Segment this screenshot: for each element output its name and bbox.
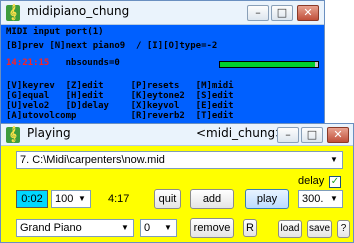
- chevron-down-icon[interactable]: ▼: [162, 220, 174, 236]
- current-time: 0:02: [16, 190, 48, 208]
- console-nav-line: [B]prev [N]next piano9 / [I][O]type=-2: [6, 41, 218, 51]
- chevron-down-icon[interactable]: ▼: [119, 220, 131, 236]
- file-name: 7. C:\Midi\carpenters\now.mid: [20, 154, 165, 166]
- chevron-down-icon[interactable]: ▼: [328, 152, 340, 168]
- delay-label: delay: [298, 175, 325, 187]
- duration-text: 4:17: [108, 193, 130, 205]
- add-button[interactable]: add: [190, 189, 234, 209]
- app-icon: 𝄞: [6, 127, 20, 143]
- progress-bar: [219, 61, 319, 68]
- chevron-down-icon[interactable]: ▼: [328, 191, 340, 207]
- tempo-value: 300.: [302, 193, 324, 205]
- volume-value: 100: [55, 193, 74, 205]
- nbsounds-text: nbsounds=0: [65, 58, 120, 68]
- app-icon: 𝄞: [6, 5, 20, 21]
- instrument-select[interactable]: Grand Piano ▼: [16, 219, 134, 237]
- minimize-button[interactable]: –: [277, 127, 299, 143]
- r-button[interactable]: R: [243, 219, 257, 237]
- play-button[interactable]: play: [245, 189, 289, 209]
- window-subtitle: <midi_chung>: [196, 126, 286, 140]
- title-bar[interactable]: 𝄞 midipiano_chung – □ ✕: [1, 1, 324, 25]
- program-select[interactable]: 0 ▼: [140, 219, 177, 237]
- volume-select[interactable]: 100 ▼: [51, 190, 91, 208]
- program-value: 0: [144, 222, 151, 234]
- file-select[interactable]: 7. C:\Midi\carpenters\now.mid ▼: [16, 151, 343, 169]
- console-port-line: MIDI input port(1): [6, 27, 104, 37]
- progress-fill: [220, 62, 316, 67]
- remove-button[interactable]: remove: [190, 218, 234, 238]
- midipiano-window: 𝄞 midipiano_chung – □ ✕ MIDI input port(…: [0, 0, 325, 123]
- title-bar[interactable]: 𝄞 Playing <midi_chung> – □ ✕: [1, 124, 353, 146]
- quit-button[interactable]: quit: [154, 189, 181, 209]
- console-area: MIDI input port(1) [B]prev [N]next piano…: [1, 25, 324, 123]
- chevron-down-icon[interactable]: ▼: [76, 191, 88, 207]
- close-button[interactable]: ✕: [327, 127, 349, 143]
- clock-time: 14:21:15: [6, 58, 50, 68]
- instrument-value: Grand Piano: [20, 222, 82, 234]
- menu-line: [A]utovolcomp [R]reverb2 [T]edit: [6, 111, 234, 121]
- maximize-button[interactable]: □: [271, 5, 293, 21]
- delay-checkbox[interactable]: ✓: [329, 176, 341, 188]
- playing-window: 𝄞 Playing <midi_chung> – □ ✕ 7. C:\Midi\…: [0, 123, 354, 243]
- window-title: midipiano_chung: [27, 4, 130, 18]
- console-status-line: 14:21:15 nbsounds=0: [6, 58, 120, 69]
- tempo-select[interactable]: 300. ▼: [298, 190, 343, 208]
- load-button[interactable]: load: [278, 220, 302, 238]
- maximize-button[interactable]: □: [301, 127, 323, 143]
- window-title: Playing: [27, 126, 71, 140]
- minimize-button[interactable]: –: [247, 5, 269, 21]
- save-button[interactable]: save: [307, 220, 332, 238]
- help-button[interactable]: ?: [337, 220, 350, 238]
- close-button[interactable]: ✕: [297, 5, 319, 21]
